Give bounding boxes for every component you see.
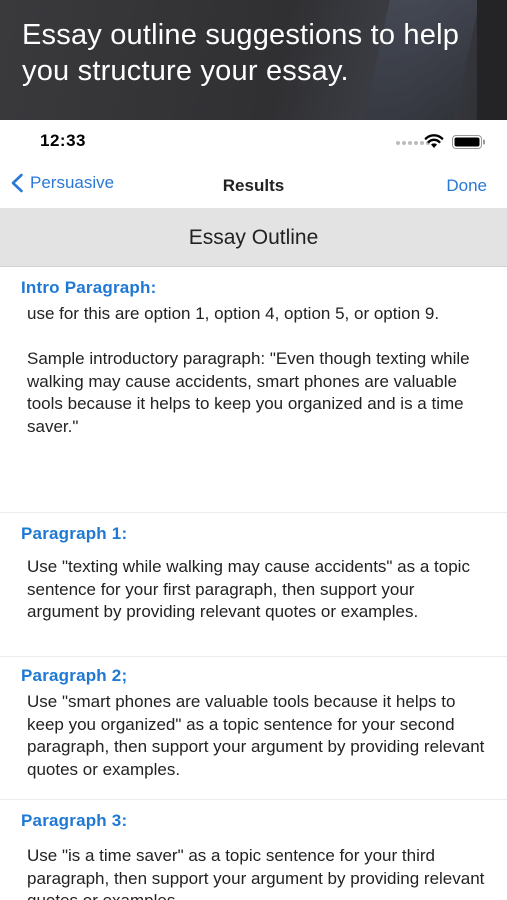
paragraph-title: Paragraph 3:: [21, 811, 128, 830]
paragraph-body: Use "texting while walking may cause acc…: [27, 557, 470, 621]
promo-banner: Essay outline suggestions to help you st…: [0, 0, 507, 120]
status-time: 12:33: [40, 131, 86, 150]
outline-list[interactable]: Intro Paragraph: use for this are option…: [0, 267, 507, 900]
status-bar: 12:33: [0, 120, 507, 164]
battery-icon: [452, 135, 485, 149]
list-item: Paragraph 1: Use "texting while walking …: [0, 513, 507, 657]
paragraph-title: Intro Paragraph:: [21, 278, 157, 297]
list-item: Paragraph 2; Use "smart phones are valua…: [0, 657, 507, 800]
done-button[interactable]: Done: [446, 176, 487, 196]
phone-screen: 12:33 Persuasive Results Done Essay Outl…: [0, 120, 507, 900]
wifi-icon: [424, 134, 444, 148]
paragraph-body: use for this are option 1, option 4, opt…: [27, 304, 470, 436]
paragraph-body: Use "is a time saver" as a topic sentenc…: [27, 846, 485, 900]
promo-title: Essay outline suggestions to help you st…: [22, 19, 460, 87]
paragraph-title: Paragraph 2;: [21, 666, 128, 685]
list-item: Paragraph 3: Use "is a time saver" as a …: [0, 800, 507, 900]
navigation-bar: Persuasive Results Done: [0, 164, 507, 209]
paragraph-body: Use "smart phones are valuable tools bec…: [27, 692, 485, 779]
paragraph-title: Paragraph 1:: [21, 524, 128, 543]
section-header: Essay Outline: [0, 209, 507, 267]
nav-title: Results: [222, 176, 285, 195]
list-item: Intro Paragraph: use for this are option…: [0, 267, 507, 513]
